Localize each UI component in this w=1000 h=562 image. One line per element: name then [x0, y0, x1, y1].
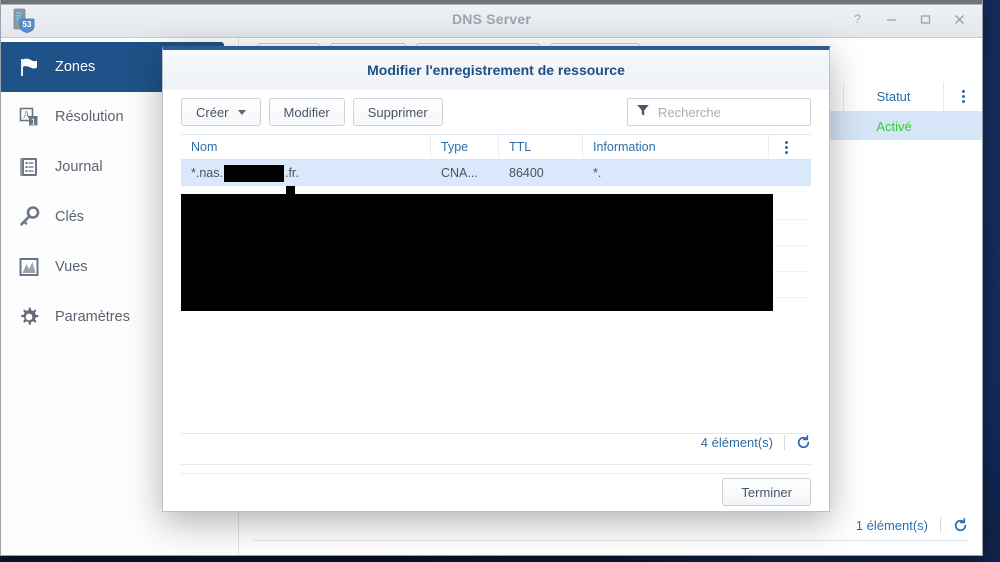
refresh-icon[interactable] [953, 517, 968, 533]
svg-text:1: 1 [31, 116, 36, 126]
sidebar-item-label: Zones [55, 59, 96, 75]
record-delete-button[interactable]: Supprimer [352, 98, 443, 126]
footer-divider [784, 434, 785, 450]
sidebar-item-label: Paramètres [55, 309, 130, 325]
zones-col-statut[interactable]: Statut [844, 81, 944, 112]
records-col-ttl[interactable]: TTL [499, 134, 583, 160]
redacted-records-block [181, 194, 773, 311]
sidebar-item-label: Vues [55, 259, 88, 275]
records-item-count: 4 élément(s) [700, 434, 773, 450]
resource-record-dialog: Modifier l'enregistrement de ressource C… [162, 46, 830, 512]
dialog-toolbar: Créer Modifier Supprimer Recherche [163, 90, 829, 134]
footer-rule [253, 540, 968, 541]
records-cell-type: CNA... [441, 166, 478, 180]
minimize-button[interactable] [876, 6, 906, 32]
records-col-nom[interactable]: Nom [181, 134, 431, 160]
window-titlebar: 53 DNS Server ? [1, 0, 982, 38]
kebab-icon [779, 140, 793, 154]
kebab-icon [956, 90, 970, 103]
dialog-footer: 4 élément(s) [701, 432, 811, 452]
records-column-options-button[interactable] [769, 134, 803, 160]
record-name-suffix: .fr. [284, 166, 299, 180]
flag-icon [17, 55, 41, 79]
refresh-icon[interactable] [796, 434, 811, 450]
redacted-domain [223, 164, 284, 182]
window-controls: ? [842, 6, 974, 32]
zones-column-options-button[interactable] [944, 82, 982, 112]
record-create-label: Créer [196, 104, 229, 120]
search-input[interactable]: Recherche [627, 98, 811, 126]
views-icon [17, 255, 41, 279]
record-name-prefix: *.nas. [191, 166, 223, 180]
record-modify-button[interactable]: Modifier [268, 98, 345, 126]
filter-icon [636, 103, 650, 122]
records-table-body: *.nas. .fr. CNA... 86400 *. [181, 160, 811, 311]
records-cell-end [769, 160, 803, 186]
record-create-button[interactable]: Créer [181, 98, 261, 126]
dialog-divider-lower [181, 473, 811, 474]
gear-icon [17, 305, 41, 329]
redacted-notch [286, 186, 295, 194]
search-placeholder: Recherche [658, 104, 721, 120]
dialog-header: Modifier l'enregistrement de ressource [163, 50, 829, 90]
dialog-title: Modifier l'enregistrement de ressource [367, 61, 625, 78]
table-row[interactable]: *.nas. .fr. CNA... 86400 *. [181, 160, 811, 186]
zones-row-end [944, 112, 982, 140]
maximize-button[interactable] [910, 6, 940, 32]
resolution-icon: A 1 [17, 105, 41, 129]
key-icon [17, 205, 41, 229]
close-button[interactable] [944, 6, 974, 32]
chevron-down-icon [237, 109, 246, 115]
sidebar-item-label: Journal [55, 159, 103, 175]
footer-divider [940, 517, 941, 533]
journal-icon [17, 155, 41, 179]
dns-server-window: 53 DNS Server ? Zones A 1 Résolution Jou… [0, 0, 983, 556]
status-badge: Activé [876, 118, 912, 134]
help-button[interactable]: ? [842, 6, 872, 32]
window-title: DNS Server [451, 11, 532, 27]
records-cell-nom: *.nas. .fr. [181, 160, 431, 186]
records-cell-information: *. [593, 166, 602, 180]
zones-footer: 1 élément(s) [856, 517, 968, 533]
svg-text:?: ? [854, 13, 861, 26]
dialog-divider-upper [181, 464, 811, 465]
sidebar-item-label: Clés [55, 209, 85, 225]
zones-item-count: 1 élément(s) [855, 517, 928, 533]
finish-button[interactable]: Terminer [722, 478, 811, 506]
records-cell-ttl: 86400 [509, 166, 544, 180]
records-table-header: Nom Type TTL Information [181, 134, 811, 160]
records-col-type[interactable]: Type [431, 134, 499, 160]
sidebar-item-label: Résolution [55, 109, 124, 125]
records-col-information[interactable]: Information [583, 134, 769, 160]
